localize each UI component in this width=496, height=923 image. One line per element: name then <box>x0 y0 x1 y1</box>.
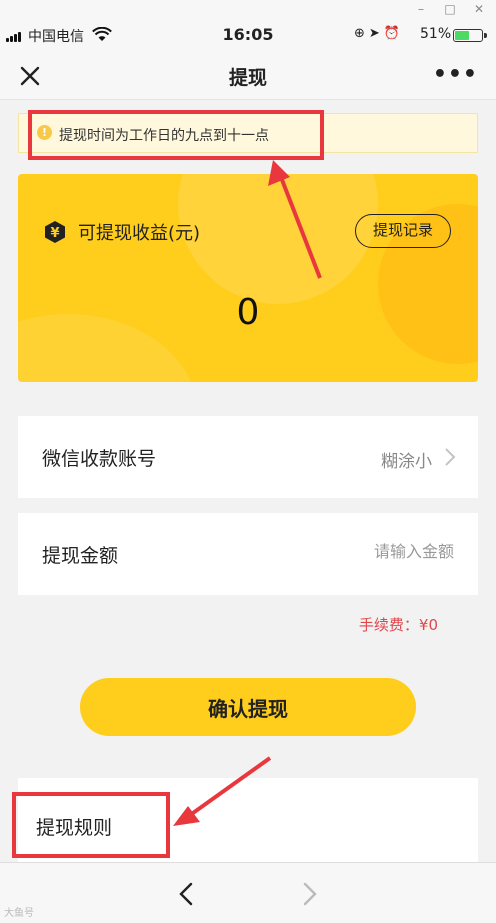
annotation-arrow-notice <box>277 171 322 279</box>
annotation-arrow-rules <box>184 756 272 820</box>
annotation-arrows <box>173 160 322 826</box>
annotation-arrowhead-notice <box>268 160 290 186</box>
